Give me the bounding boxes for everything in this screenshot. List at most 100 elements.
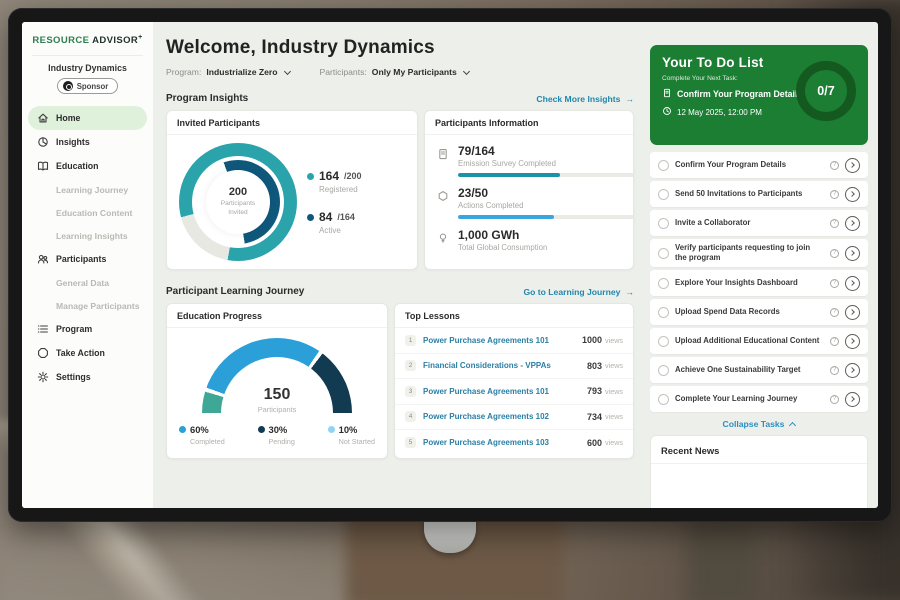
task-checkbox[interactable] <box>658 365 669 376</box>
info-icon[interactable]: ? <box>830 395 839 404</box>
legend-dot <box>258 426 265 433</box>
info-icon[interactable]: ? <box>830 249 839 258</box>
info-icon[interactable]: ? <box>830 161 839 170</box>
info-icon[interactable]: ? <box>830 337 839 346</box>
sidebar-item-home[interactable]: Home <box>28 106 147 130</box>
lesson-row[interactable]: 5 Power Purchase Agreements 103 600 view… <box>395 430 633 456</box>
stat-label: Actions Completed <box>458 201 634 210</box>
lesson-row[interactable]: 1 Power Purchase Agreements 101 1000 vie… <box>395 328 633 354</box>
legend-denominator: /200 <box>344 171 362 181</box>
task-row[interactable]: Complete Your Learning Journey ? <box>650 386 868 412</box>
chevron-down-icon <box>463 67 470 74</box>
sidebar-item-participants[interactable]: Participants <box>22 247 153 271</box>
task-checkbox[interactable] <box>658 307 669 318</box>
info-icon[interactable]: ? <box>830 308 839 317</box>
lesson-row[interactable]: 2 Financial Considerations - VPPAs 803 v… <box>395 354 633 380</box>
views-count: 793 <box>587 386 602 396</box>
gauge-center-value: 150 <box>202 386 352 404</box>
task-go-button[interactable] <box>845 276 860 291</box>
task-checkbox[interactable] <box>658 394 669 405</box>
legend-label: Registered <box>319 185 362 194</box>
rank-badge: 3 <box>405 386 416 397</box>
sidebar-item-manage-participants[interactable]: Manage Participants <box>22 294 153 317</box>
task-row[interactable]: Achieve One Sustainability Target ? <box>650 357 868 383</box>
sidebar-item-learning-insights[interactable]: Learning Insights <box>22 224 153 247</box>
donut-center: 200 Participants Invited <box>206 170 270 234</box>
task-row[interactable]: Upload Spend Data Records ? <box>650 299 868 325</box>
section-title: Participant Learning Journey <box>166 286 304 297</box>
task-row[interactable]: Send 50 Invitations to Participants ? <box>650 181 868 207</box>
sidebar-item-education[interactable]: Education <box>22 154 153 178</box>
participants-dropdown[interactable]: Participants: Only My Participants <box>320 67 469 77</box>
task-label: Confirm Your Program Details <box>675 160 824 170</box>
task-label: Upload Spend Data Records <box>675 307 824 317</box>
participants-information-card: Participants Information 79/164 Emission… <box>424 110 634 270</box>
legend-label: Active <box>319 226 362 235</box>
task-row[interactable]: Confirm Your Program Details ? <box>650 152 868 178</box>
lesson-link[interactable]: Power Purchase Agreements 103 <box>423 438 587 447</box>
legend-denominator: /164 <box>337 212 355 222</box>
task-row[interactable]: Upload Additional Educational Content ? <box>650 328 868 354</box>
legend-pct: 30% <box>269 424 288 435</box>
lesson-row[interactable]: 3 Power Purchase Agreements 101 793 view… <box>395 379 633 405</box>
task-go-button[interactable] <box>845 158 860 173</box>
gauge-center: 150 Participants <box>202 386 352 414</box>
info-icon[interactable]: ? <box>830 190 839 199</box>
gear-icon <box>37 371 49 383</box>
task-go-button[interactable] <box>845 216 860 231</box>
views-count: 803 <box>587 361 602 371</box>
task-go-button[interactable] <box>845 246 860 261</box>
sidebar-item-general-data[interactable]: General Data <box>22 271 153 294</box>
program-filter-value: Industrialize Zero <box>206 67 277 77</box>
rank-badge: 4 <box>405 411 416 422</box>
progress-bar-track <box>458 215 634 219</box>
info-icon[interactable]: ? <box>830 279 839 288</box>
task-go-button[interactable] <box>845 305 860 320</box>
task-go-button[interactable] <box>845 334 860 349</box>
sidebar-item-take-action[interactable]: Take Action <box>22 341 153 365</box>
views-suffix: views <box>605 438 623 447</box>
views-count: 1000 <box>582 335 602 345</box>
lesson-link[interactable]: Power Purchase Agreements 102 <box>423 412 587 421</box>
task-row[interactable]: Explore Your Insights Dashboard ? <box>650 270 868 296</box>
lesson-link[interactable]: Power Purchase Agreements 101 <box>423 336 582 345</box>
page-title: Welcome, Industry Dynamics <box>166 37 634 59</box>
sidebar-item-settings[interactable]: Settings <box>22 365 153 389</box>
sidebar-item-insights[interactable]: Insights <box>22 130 153 154</box>
collapse-tasks-link[interactable]: Collapse Tasks <box>723 419 796 429</box>
task-go-button[interactable] <box>845 363 860 378</box>
task-checkbox[interactable] <box>658 160 669 171</box>
filters-row: Program: Industrialize Zero Participants… <box>166 67 634 77</box>
task-row[interactable]: Invite a Collaborator ? <box>650 210 868 236</box>
info-icon[interactable]: ? <box>830 366 839 375</box>
task-label: Verify participants requesting to join t… <box>675 243 824 263</box>
go-to-learning-journey-link[interactable]: Go to Learning Journey → <box>523 287 634 297</box>
invited-legend: 164/200 Registered 84/164 Active <box>307 169 362 235</box>
datetime-label: 12 May 2025, 12:00 PM <box>677 108 762 117</box>
lesson-link[interactable]: Power Purchase Agreements 101 <box>423 387 587 396</box>
todo-progress-count: 0/7 <box>817 84 834 98</box>
chevron-right-icon <box>849 191 855 197</box>
lesson-row[interactable]: 4 Power Purchase Agreements 102 734 view… <box>395 405 633 431</box>
sidebar-item-program[interactable]: Program <box>22 317 153 341</box>
program-dropdown[interactable]: Program: Industrialize Zero <box>166 67 290 77</box>
task-go-button[interactable] <box>845 187 860 202</box>
info-icon[interactable]: ? <box>830 219 839 228</box>
sidebar-item-learning-journey[interactable]: Learning Journey <box>22 178 153 201</box>
check-more-insights-link[interactable]: Check More Insights → <box>536 94 634 104</box>
views-count: 600 <box>587 438 602 448</box>
task-row[interactable]: Verify participants requesting to join t… <box>650 239 868 267</box>
task-checkbox[interactable] <box>658 336 669 347</box>
progress-bar-fill <box>458 215 554 219</box>
task-checkbox[interactable] <box>658 189 669 200</box>
views-suffix: views <box>605 412 623 421</box>
progress-bar-track <box>458 173 634 177</box>
sidebar-divider <box>32 55 143 56</box>
lesson-link[interactable]: Financial Considerations - VPPAs <box>423 361 587 370</box>
task-checkbox[interactable] <box>658 218 669 229</box>
task-go-button[interactable] <box>845 392 860 407</box>
task-checkbox[interactable] <box>658 278 669 289</box>
rank-badge: 1 <box>405 335 416 346</box>
sidebar-item-education-content[interactable]: Education Content <box>22 201 153 224</box>
task-checkbox[interactable] <box>658 248 669 259</box>
